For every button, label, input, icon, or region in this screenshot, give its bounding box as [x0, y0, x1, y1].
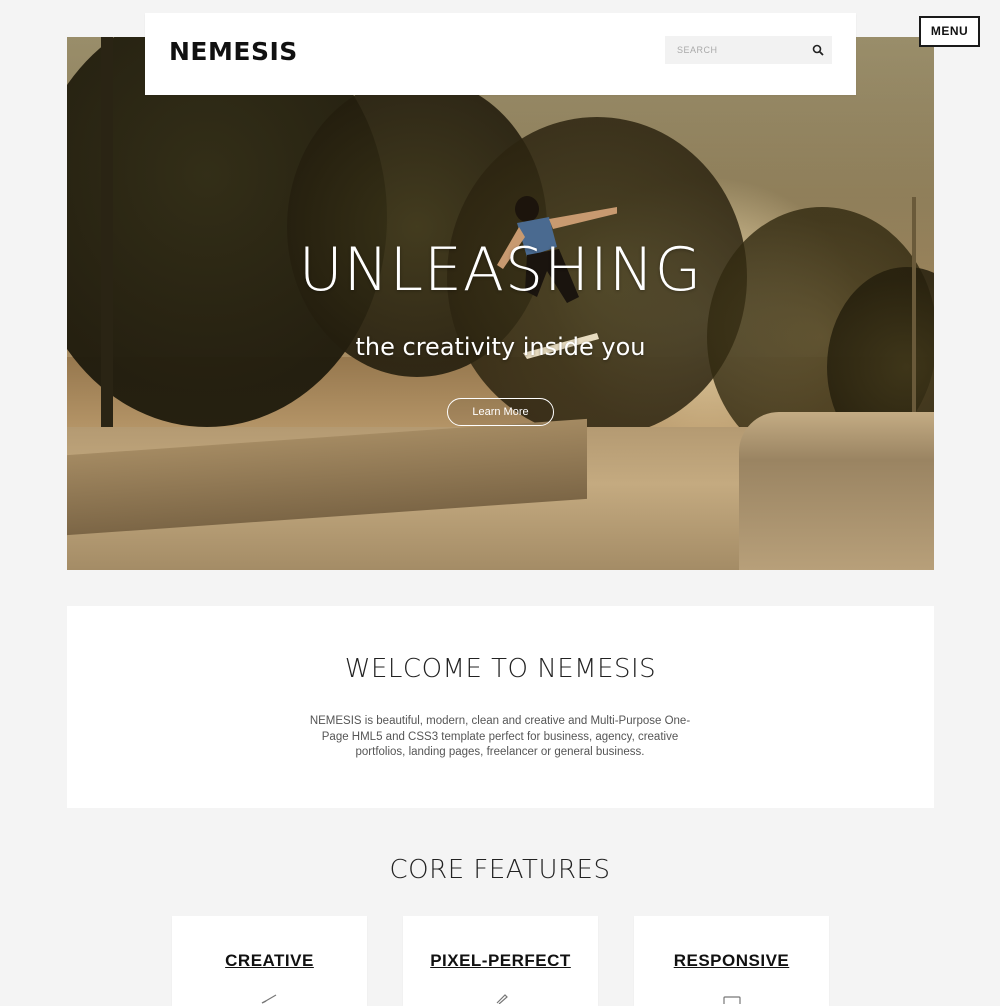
- hero-title: UNLEASHING: [298, 235, 703, 305]
- search-box: [665, 36, 832, 64]
- brush-icon: [261, 994, 277, 1004]
- welcome-section: WELCOME TO NEMESIS NEMESIS is beautiful,…: [67, 606, 934, 808]
- feature-title[interactable]: PIXEL-PERFECT: [403, 951, 598, 971]
- feature-title[interactable]: RESPONSIVE: [634, 951, 829, 971]
- pencil-icon: [496, 994, 508, 1004]
- welcome-title: WELCOME TO NEMESIS: [344, 654, 657, 684]
- feature-card-creative[interactable]: CREATIVE: [172, 916, 367, 1006]
- feature-card-responsive[interactable]: RESPONSIVE: [634, 916, 829, 1006]
- logo[interactable]: NEMESIS: [169, 37, 298, 66]
- search-input[interactable]: [665, 36, 807, 64]
- hero-subtitle: the creativity inside you: [355, 333, 646, 361]
- monitor-icon: [723, 996, 741, 1004]
- menu-button[interactable]: MENU: [919, 16, 980, 47]
- feature-card-pixel-perfect[interactable]: PIXEL-PERFECT: [403, 916, 598, 1006]
- site-header: NEMESIS: [145, 13, 856, 95]
- learn-more-button[interactable]: Learn More: [447, 398, 554, 426]
- core-features-title: CORE FEATURES: [389, 855, 611, 885]
- feature-title[interactable]: CREATIVE: [172, 951, 367, 971]
- hero-banner: UNLEASHING the creativity inside you Lea…: [67, 37, 934, 570]
- welcome-text: NEMESIS is beautiful, modern, clean and …: [309, 715, 691, 758]
- search-icon[interactable]: [812, 44, 824, 56]
